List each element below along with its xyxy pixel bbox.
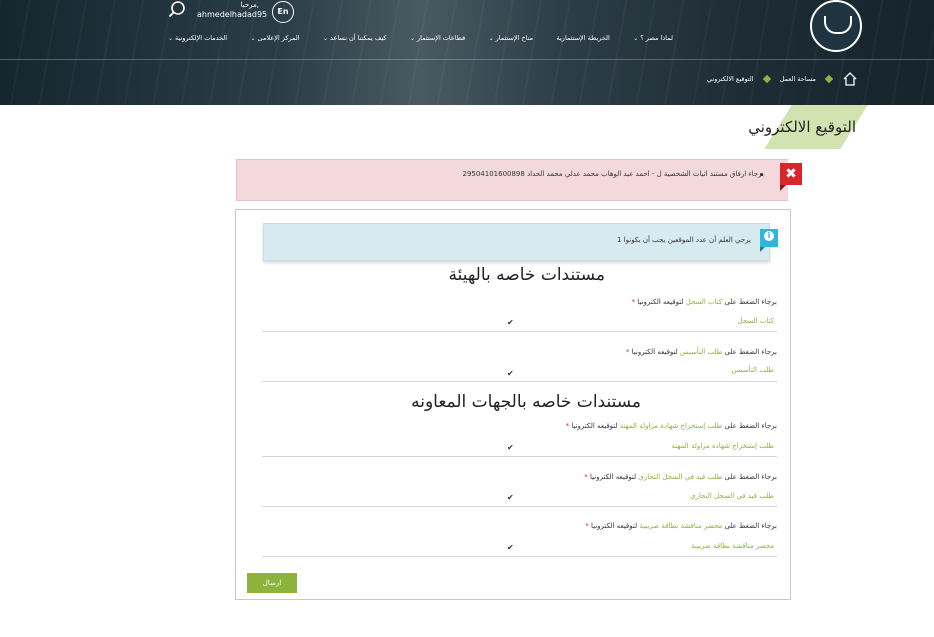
error-alert xyxy=(236,159,788,201)
logo-emblem-icon xyxy=(824,16,852,34)
main-nav: لماذا مصر ؟⌄ الخريطة الإستثمارية مناخ ال… xyxy=(168,34,673,46)
submit-button[interactable]: ارسال xyxy=(247,573,297,593)
doc-value[interactable]: طلب قيد في السجل التجاري xyxy=(690,492,774,500)
field-underline xyxy=(262,506,777,507)
doc-prompt: برجاء الضغط على كتاب السجل لتوقيعه الكتر… xyxy=(631,298,777,306)
required-marker: * xyxy=(631,298,636,306)
doc-prompt: برجاء الضغط على محضر مناقشة بطاقة ضريبية… xyxy=(585,522,777,530)
user-greeting[interactable]: مرحبا, ahmedelhadad95 xyxy=(197,0,267,20)
doc-sign-link[interactable]: طلب قيد في السجل التجاري xyxy=(638,473,722,481)
doc-value[interactable]: طلب إستخراج شهادة مزاولة المهنة xyxy=(672,442,774,450)
nav-item-how-we-help[interactable]: كيف يمكننا أن نساعد⌄ xyxy=(323,34,387,46)
required-marker: * xyxy=(585,522,589,530)
doc-value[interactable]: طلب التأسيس xyxy=(732,366,774,374)
nav-item-investment-map[interactable]: الخريطة الإستثمارية xyxy=(557,34,610,46)
chevron-down-icon: ⌄ xyxy=(168,35,174,42)
doc-value[interactable]: محضر مناقشة بطاقة ضريبية xyxy=(691,542,774,550)
breadcrumb-separator-icon xyxy=(824,74,834,84)
nav-item-investment-climate[interactable]: مناخ الإستثمار⌄ xyxy=(489,34,533,46)
doc-prompt: برجاء الضغط على طلب إستخراج شهادة مزاولة… xyxy=(565,422,777,430)
error-alert-text: برجاء ارفاق مستند اثبات الشخصية ل - احمد… xyxy=(462,170,764,178)
check-icon: ✔ xyxy=(507,369,514,378)
field-underline xyxy=(262,556,777,557)
home-icon[interactable] xyxy=(842,71,858,87)
x-icon: ✖ xyxy=(780,163,802,191)
check-icon: ✔ xyxy=(507,318,514,327)
search-icon[interactable] xyxy=(168,0,186,18)
doc-prompt: برجاء الضغط على طلب قيد في السجل التجاري… xyxy=(584,473,777,481)
nav-item-why-egypt[interactable]: لماذا مصر ؟⌄ xyxy=(633,34,673,46)
doc-sign-link[interactable]: طلب إستخراج شهادة مزاولة المهنة xyxy=(620,422,722,430)
field-underline xyxy=(262,381,777,382)
field-underline xyxy=(262,456,777,457)
chevron-down-icon: ⌄ xyxy=(488,35,494,42)
nav-item-e-services[interactable]: الخدمات الإلكترونية⌄ xyxy=(168,34,227,46)
greeting-text: مرحبا, xyxy=(240,1,259,9)
chevron-down-icon: ⌄ xyxy=(323,35,329,42)
breadcrumb-separator-icon xyxy=(762,74,771,84)
breadcrumb: مساحة العمل التوقيع الالكتروني xyxy=(650,70,858,88)
chevron-down-icon: ⌄ xyxy=(633,35,639,42)
breadcrumb-workspace[interactable]: مساحة العمل xyxy=(780,75,816,83)
chevron-down-icon: ⌄ xyxy=(250,35,256,42)
language-toggle[interactable]: En xyxy=(272,1,294,23)
page-title: التوقيع الالكتروني xyxy=(748,118,856,136)
doc-sign-link[interactable]: طلب التأسيس xyxy=(680,348,722,356)
nav-item-media-center[interactable]: المركز الإعلامى⌄ xyxy=(251,34,300,46)
doc-sign-link[interactable]: محضر مناقشة بطاقة ضريبية xyxy=(639,522,722,530)
chevron-down-icon: ⌄ xyxy=(409,35,415,42)
doc-sign-link[interactable]: كتاب السجل xyxy=(686,298,723,306)
username[interactable]: ahmedelhadad95 xyxy=(197,10,267,20)
info-icon xyxy=(760,229,778,252)
nav-item-investment-sectors[interactable]: قطاعات الإستثمار⌄ xyxy=(410,34,465,46)
header-banner xyxy=(0,0,934,105)
section-title-partners: مستندات خاصه بالجهات المعاونه xyxy=(411,392,641,412)
gafi-logo[interactable] xyxy=(810,0,862,52)
required-marker: * xyxy=(565,422,570,430)
doc-value[interactable]: كتاب السجل xyxy=(737,317,774,325)
check-icon: ✔ xyxy=(507,543,514,552)
check-icon: ✔ xyxy=(507,443,514,452)
required-marker: * xyxy=(625,348,630,356)
check-icon: ✔ xyxy=(507,493,514,502)
required-marker: * xyxy=(584,473,588,481)
info-alert-text: يرجي العلم أن عدد الموقعين يجب أن يكونوا… xyxy=(617,236,751,244)
field-underline xyxy=(262,331,777,332)
section-title-authority: مستندات خاصه بالهيئة xyxy=(448,265,605,285)
doc-prompt: برجاء الضغط على طلب التأسيس لتوقيعه الكت… xyxy=(625,348,777,356)
header-divider xyxy=(0,59,934,60)
breadcrumb-current: التوقيع الالكتروني xyxy=(706,75,754,83)
